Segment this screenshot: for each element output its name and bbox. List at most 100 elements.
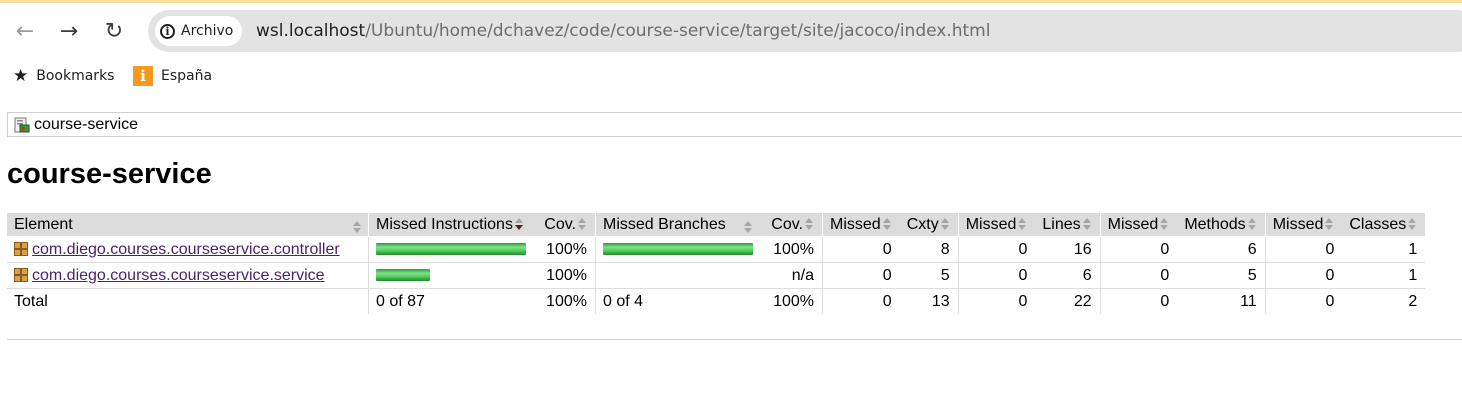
header-cov-label: Cov. (544, 215, 576, 233)
branches-bar-cell (595, 236, 755, 263)
divider (7, 339, 1462, 340)
reload-icon[interactable]: ↻ (97, 15, 131, 47)
lines-cell: 6 (1035, 262, 1101, 289)
cov-cell: 100% (755, 236, 823, 263)
header-element[interactable]: Element (7, 213, 369, 237)
package-link[interactable]: com.diego.courses.courseservice.controll… (32, 241, 340, 258)
sort-icon[interactable] (1160, 218, 1169, 231)
star-icon: ★ (13, 66, 29, 86)
classes-cell: 1 (1342, 262, 1426, 289)
missed-methods-cell: 0 (1099, 236, 1178, 263)
breadcrumb-label: course-service (34, 115, 139, 133)
sort-icon[interactable] (882, 218, 892, 231)
header-missed-branches[interactable]: Missed Branches (595, 213, 755, 237)
missed-classes-cell: 0 (1264, 262, 1343, 289)
header-missed-lines[interactable]: Missed (957, 213, 1036, 237)
sort-desc-icon[interactable] (514, 218, 524, 231)
breadcrumb: course-service (7, 112, 1462, 137)
coverage-table: Element Missed Instructions Cov. Missed … (7, 213, 1426, 314)
url-path: /Ubuntu/home/dchavez/code/course-service… (365, 21, 991, 41)
sort-icon[interactable] (1408, 218, 1417, 231)
header-cxty-label: Cxty (906, 215, 939, 233)
total-missed-instructions: 0 of 87 (368, 288, 528, 314)
header-methods-label: Methods (1184, 215, 1246, 233)
cov-cell: 100% (528, 262, 596, 289)
table-header-row: Element Missed Instructions Cov. Missed … (7, 213, 1426, 237)
table-row: com.diego.courses.courseservice.service … (7, 262, 1426, 289)
header-classes-label: Classes (1349, 215, 1407, 233)
branches-bar-cell (595, 262, 755, 289)
sort-icon[interactable] (1018, 218, 1027, 231)
methods-cell: 5 (1177, 262, 1266, 289)
sort-icon[interactable] (1082, 218, 1092, 231)
instructions-bar-cell (368, 262, 528, 289)
header-missed-label: Missed (965, 215, 1017, 233)
back-arrow-icon[interactable]: ← (8, 15, 42, 47)
header-missed-instructions-label: Missed Instructions (376, 215, 513, 233)
total-label: Total (14, 292, 48, 310)
address-bar[interactable]: i Archivo wsl.localhost/Ubuntu/home/dcha… (148, 10, 1462, 52)
forward-arrow-icon[interactable]: → (52, 15, 86, 47)
header-missed-label: Missed (1272, 215, 1324, 233)
sort-icon[interactable] (940, 218, 950, 231)
sort-icon[interactable] (578, 218, 587, 231)
total-missed-cxty: 0 (821, 288, 900, 314)
total-missed-lines: 0 (957, 288, 1036, 314)
sort-icon[interactable] (805, 218, 814, 231)
header-lines-label: Lines (1042, 215, 1081, 233)
header-classes[interactable]: Classes (1342, 213, 1426, 237)
header-missed-cxty[interactable]: Missed (821, 213, 900, 237)
header-missed-label: Missed (830, 215, 881, 233)
cxty-cell: 5 (899, 262, 959, 289)
header-missed-label: Missed (1107, 215, 1159, 233)
missed-cxty-cell: 0 (821, 262, 900, 289)
missed-methods-cell: 0 (1099, 262, 1178, 289)
methods-cell: 6 (1177, 236, 1266, 263)
bookmarks-bar: ★ Bookmarks i España (0, 62, 1462, 92)
header-missed-instructions[interactable]: Missed Instructions (368, 213, 528, 237)
url-host: wsl.localhost (256, 21, 366, 41)
coverage-bar (376, 243, 526, 256)
package-link[interactable]: com.diego.courses.courseservice.service (32, 267, 325, 284)
total-methods: 11 (1240, 292, 1257, 310)
total-lines: 22 (1073, 292, 1092, 310)
header-cov-branches[interactable]: Cov. (755, 213, 823, 237)
cov-cell: 100% (528, 236, 596, 263)
url-text[interactable]: wsl.localhost/Ubuntu/home/dchavez/code/c… (256, 21, 990, 41)
info-icon: i (160, 23, 175, 39)
browser-toolbar: ← → ↻ i Archivo wsl.localhost/Ubuntu/hom… (0, 3, 1462, 59)
coverage-bar (376, 269, 430, 282)
header-missed-classes[interactable]: Missed (1264, 213, 1343, 237)
sort-icon[interactable] (1325, 218, 1334, 231)
header-missed-methods[interactable]: Missed (1099, 213, 1178, 237)
bookmark-label: España (161, 68, 213, 84)
bookmark-item-espana[interactable]: i España (133, 66, 212, 86)
bookmark-item-bookmarks[interactable]: ★ Bookmarks (13, 66, 114, 86)
total-missed-classes: 0 (1264, 288, 1343, 314)
header-missed-branches-label: Missed Branches (603, 215, 726, 233)
cov-cell: n/a (755, 262, 823, 289)
security-chip[interactable]: i Archivo (155, 16, 243, 46)
bookmark-label: Bookmarks (36, 68, 115, 84)
table-total-row: Total 0 of 87 100% 0 of 4 100% 0 13 0 22… (7, 288, 1425, 314)
sort-icon[interactable] (353, 220, 362, 233)
coverage-bar (603, 243, 753, 256)
element-cell: com.diego.courses.courseservice.service (7, 262, 369, 289)
total-missed-branches: 0 of 4 (595, 288, 755, 314)
header-cxty[interactable]: Cxty (899, 213, 959, 237)
missed-classes-cell: 0 (1264, 236, 1343, 263)
sort-icon[interactable] (1247, 218, 1257, 231)
cxty-cell: 8 (899, 236, 959, 263)
element-cell: com.diego.courses.courseservice.controll… (7, 236, 369, 263)
site-icon: i (133, 66, 153, 86)
missed-cxty-cell: 0 (821, 236, 900, 263)
sort-icon[interactable] (744, 220, 753, 233)
lines-cell: 16 (1035, 236, 1101, 263)
package-icon (14, 242, 28, 257)
missed-lines-cell: 0 (957, 262, 1036, 289)
report-icon (14, 117, 30, 132)
header-cov-instructions[interactable]: Cov. (528, 213, 596, 237)
total-cxty: 13 (931, 292, 950, 310)
header-lines[interactable]: Lines (1035, 213, 1101, 237)
header-methods[interactable]: Methods (1177, 213, 1266, 237)
